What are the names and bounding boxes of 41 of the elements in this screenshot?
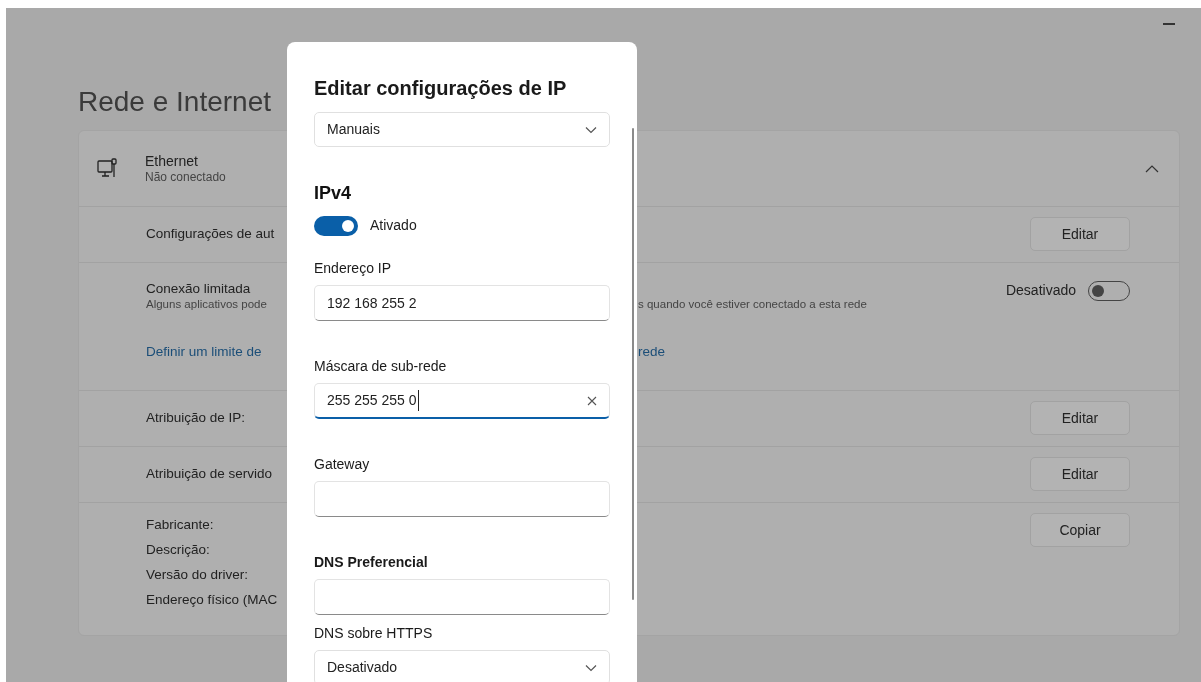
row-button[interactable]: Editar xyxy=(1030,401,1130,435)
setting-label: Atribuição de IP: xyxy=(146,409,246,428)
setting-description: s quando você estiver conectado a esta rede xyxy=(638,297,867,312)
detail-label: Versão do driver: xyxy=(146,566,249,584)
row-button[interactable]: Editar xyxy=(1030,457,1130,491)
toggle-label: Ativado xyxy=(370,216,417,235)
detail-label: Fabricante: xyxy=(146,516,214,534)
detail-label: Endereço físico (MAC xyxy=(146,591,278,609)
dropdown[interactable]: Desativado xyxy=(314,650,610,682)
setting-description: Alguns aplicativos pode xyxy=(146,297,267,312)
limit-link[interactable]: Definir um limite de xyxy=(146,342,262,363)
setting-label: Configurações de aut xyxy=(146,225,275,244)
input-field[interactable]: 192 168 255 2 xyxy=(314,285,610,321)
toggle-label: Desativado xyxy=(1005,281,1076,300)
network-status: Não conectado xyxy=(145,169,226,185)
dropdown[interactable]: Manuais xyxy=(314,112,610,147)
collapse-chevron-icon[interactable] xyxy=(1145,164,1159,173)
ethernet-icon xyxy=(97,157,119,180)
field-label: Endereço IP xyxy=(314,259,392,277)
section-heading: IPv4 xyxy=(314,182,352,205)
detail-label: Descrição: xyxy=(146,541,210,559)
input-field[interactable] xyxy=(314,579,610,615)
input-field[interactable]: 255 255 255 0 xyxy=(314,383,610,419)
row-button[interactable]: Editar xyxy=(1030,217,1130,251)
field-label: DNS Preferencial xyxy=(314,553,428,571)
field-label: Máscara de sub-rede xyxy=(314,357,447,375)
scrollbar-thumb[interactable] xyxy=(632,128,634,600)
page-title: Rede e Internet xyxy=(78,85,272,119)
input-field[interactable] xyxy=(314,481,610,517)
dialog-title: Editar configurações de IP xyxy=(314,76,567,101)
network-name: Ethernet xyxy=(145,152,199,170)
toggle-switch[interactable] xyxy=(314,215,358,236)
row-button[interactable]: Copiar xyxy=(1030,513,1130,547)
chevron-down-icon xyxy=(585,663,597,672)
field-label: Gateway xyxy=(314,455,370,473)
clear-icon[interactable] xyxy=(587,395,597,406)
field-label: DNS sobre HTTPS xyxy=(314,624,433,642)
chevron-down-icon xyxy=(585,125,597,134)
setting-label: Conexão limitada xyxy=(146,280,251,297)
limit-link[interactable]: rede xyxy=(638,342,666,363)
setting-label: Atribuição de servido xyxy=(146,465,273,484)
